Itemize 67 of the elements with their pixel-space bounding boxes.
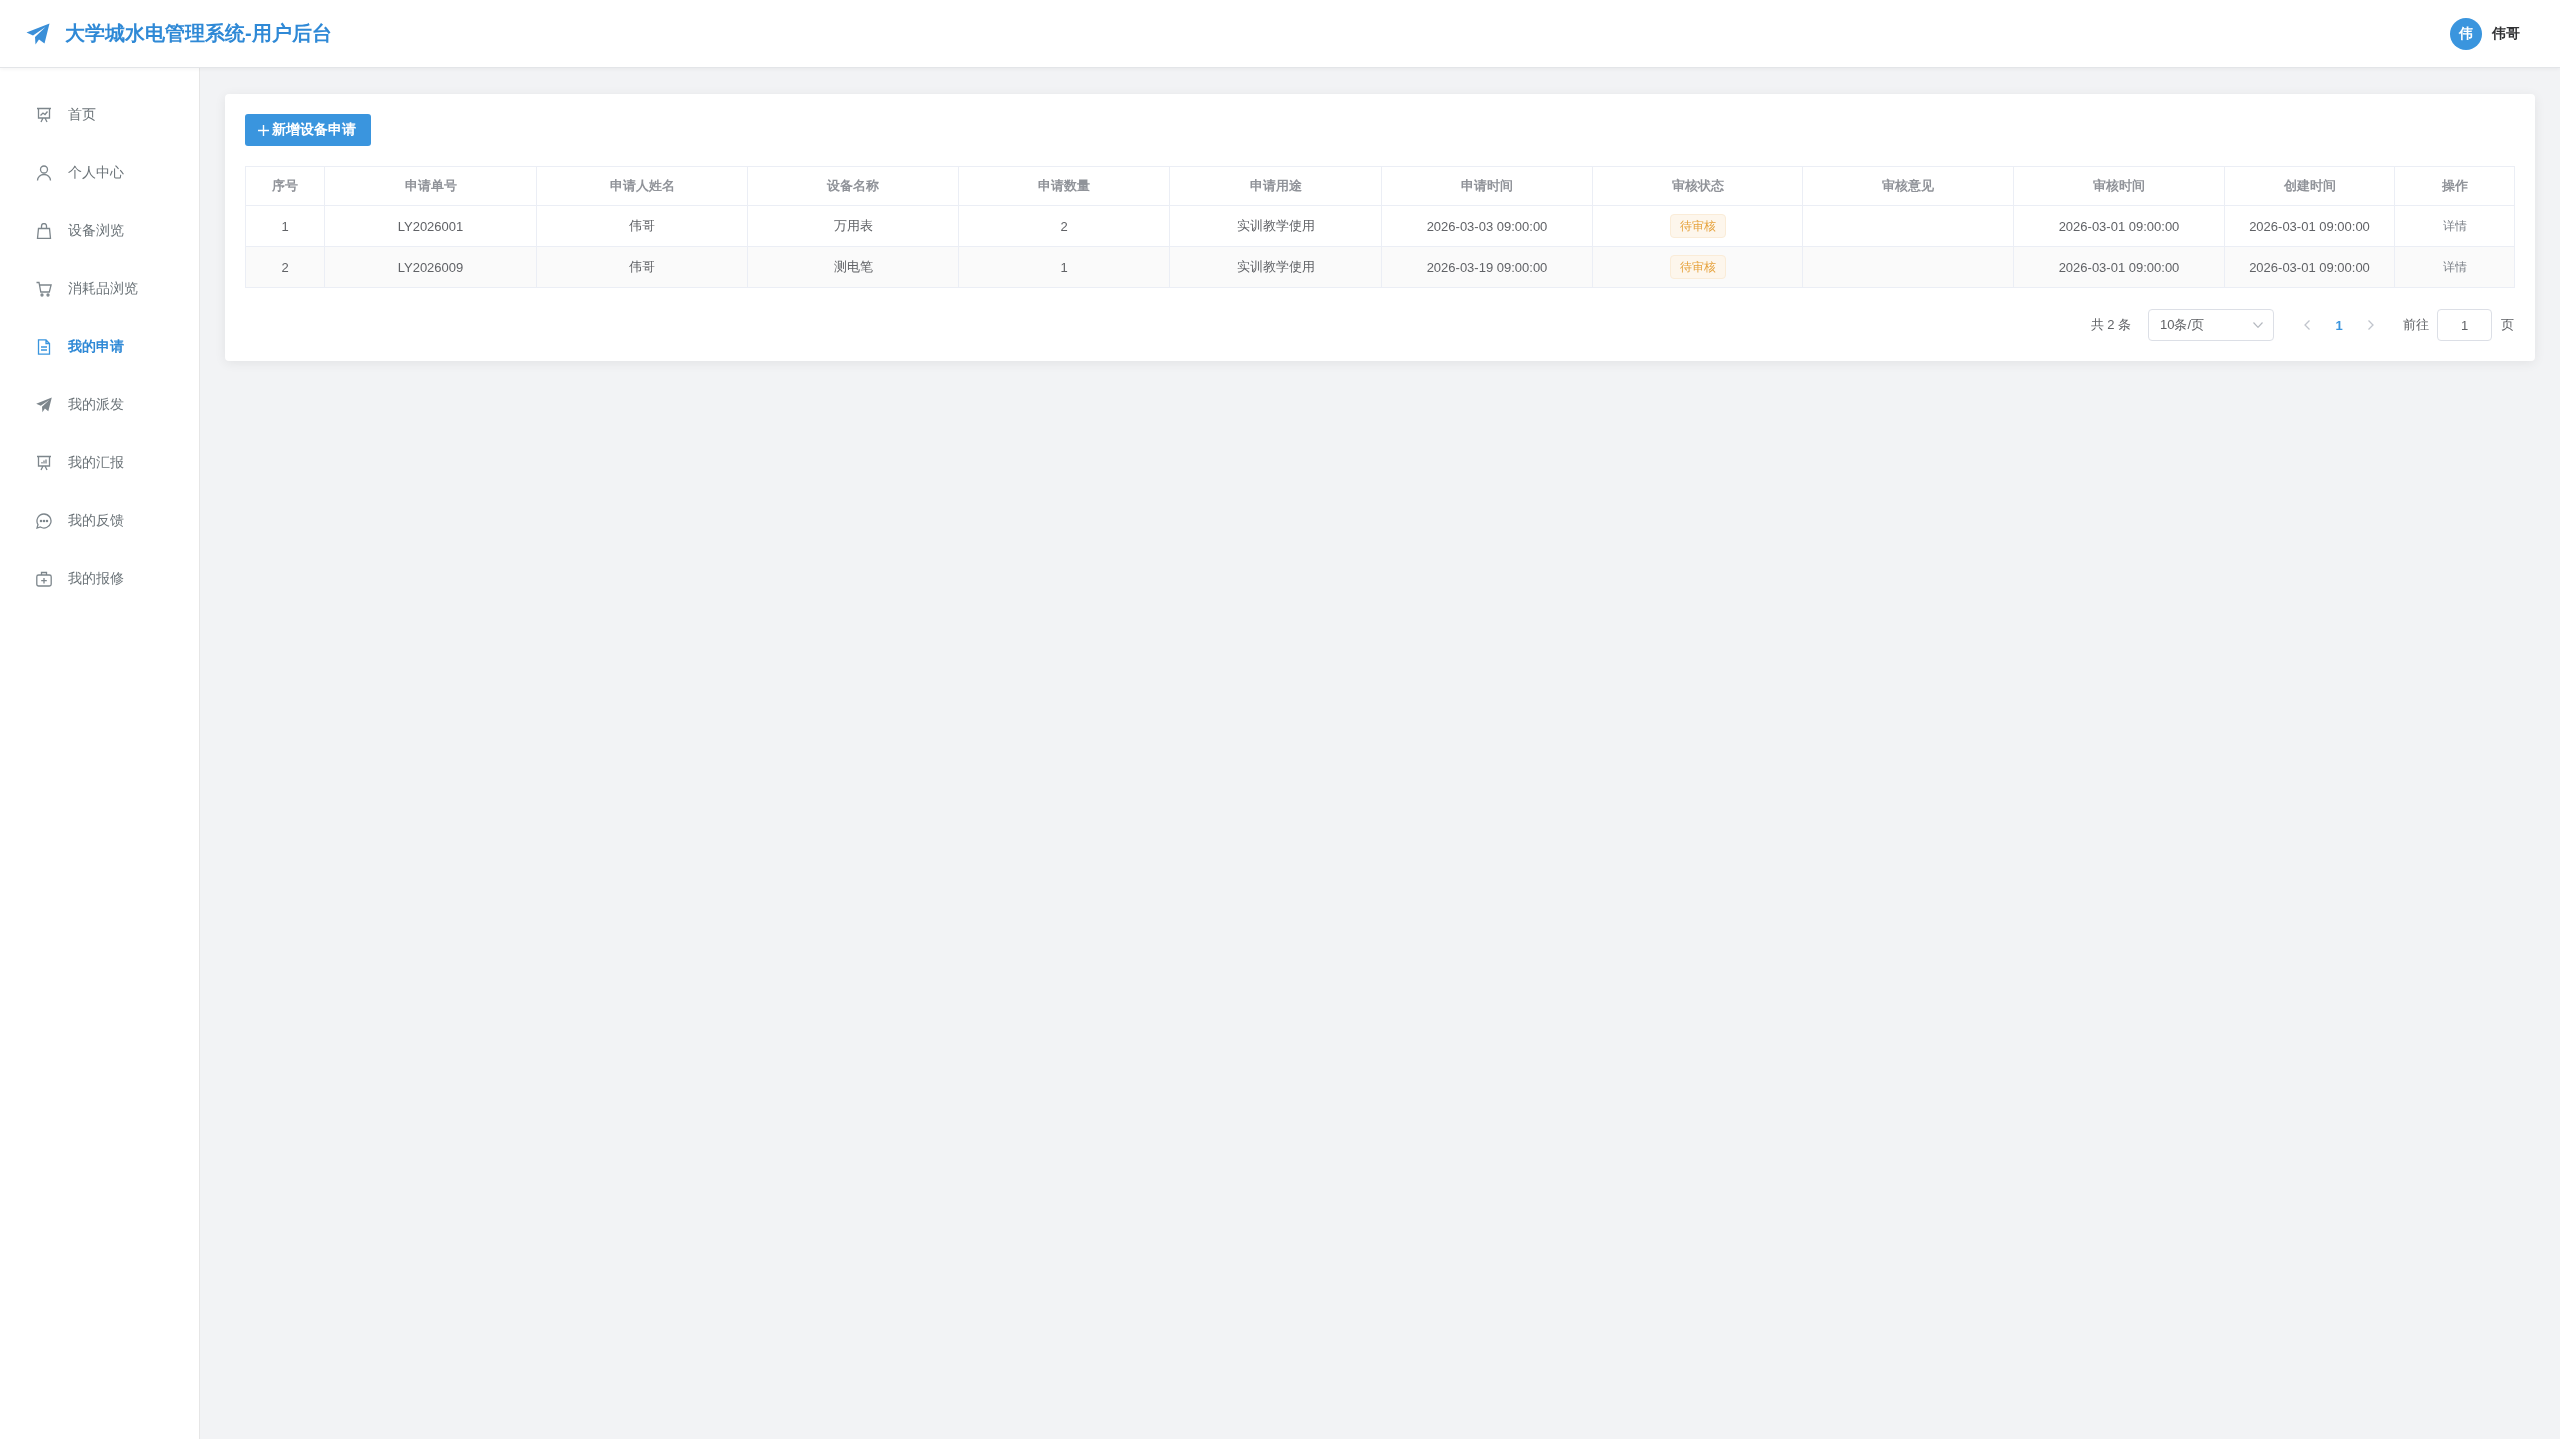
total-count: 共 2 条 — [2090, 316, 2131, 334]
table-cell: 测电笔 — [747, 246, 959, 288]
user-icon — [36, 165, 52, 181]
sidebar-item[interactable]: 我的派发 — [0, 376, 199, 434]
table-cell: 2026-03-19 09:00:00 — [1381, 246, 1593, 288]
sidebar-item[interactable]: 我的汇报 — [0, 434, 199, 492]
column-header: 审核时间 — [2013, 166, 2225, 206]
sidebar-item[interactable]: 个人中心 — [0, 144, 199, 202]
column-header: 审核意见 — [1802, 166, 2014, 206]
chevron-down-icon — [2253, 322, 2263, 328]
sidebar-item[interactable]: 首页 — [0, 86, 199, 144]
column-header: 申请人姓名 — [536, 166, 748, 206]
document-icon — [36, 339, 52, 355]
sidebar-item[interactable]: 我的申请 — [0, 318, 199, 376]
table-cell: 伟哥 — [536, 246, 748, 288]
column-header: 创建时间 — [2224, 166, 2395, 206]
page-size-select[interactable]: 10条/页 — [2148, 309, 2274, 341]
bar-chart-board-icon — [36, 455, 52, 471]
page-input[interactable]: 1 — [2437, 309, 2492, 341]
status-tag: 待审核 — [1669, 255, 1726, 279]
column-header: 申请时间 — [1381, 166, 1593, 206]
table-cell: 实训教学使用 — [1169, 246, 1382, 288]
table-cell: 伟哥 — [536, 205, 748, 247]
user-avatar[interactable]: 伟 — [2450, 17, 2482, 50]
sidebar-item[interactable]: 我的报修 — [0, 550, 199, 608]
column-header: 申请数量 — [958, 166, 1170, 206]
paper-plane-icon — [36, 397, 52, 413]
sidebar-item[interactable]: 我的反馈 — [0, 492, 199, 550]
sidebar-item[interactable]: 设备浏览 — [0, 202, 199, 260]
table-cell: 2 — [958, 205, 1170, 247]
status-tag: 待审核 — [1669, 214, 1726, 238]
app-title: 大学城水电管理系统-用户后台 — [65, 21, 332, 46]
table-cell: LY2026001 — [324, 205, 537, 247]
chat-bubble-icon — [36, 513, 52, 529]
chevron-right-icon — [2368, 320, 2374, 330]
table-cell: 万用表 — [747, 205, 959, 247]
shopping-bag-icon — [36, 223, 52, 239]
medical-kit-icon — [36, 571, 52, 587]
column-header: 操作 — [2394, 166, 2515, 206]
chevron-left-icon — [2304, 320, 2310, 330]
add-application-button[interactable]: 新增设备申请 — [245, 114, 371, 146]
chart-board-icon — [36, 107, 52, 123]
column-header: 审核状态 — [1592, 166, 1803, 206]
plus-icon — [258, 124, 269, 136]
goto-label: 前往 — [2403, 316, 2429, 334]
page-number[interactable]: 1 — [2322, 309, 2356, 341]
column-header: 设备名称 — [747, 166, 959, 206]
table-cell: 实训教学使用 — [1169, 205, 1382, 247]
table-cell: 1 — [245, 205, 325, 247]
table-cell: 2026-03-01 09:00:00 — [2224, 246, 2395, 288]
table-cell: 2026-03-03 09:00:00 — [1381, 205, 1593, 247]
column-header: 申请用途 — [1169, 166, 1382, 206]
column-header: 申请单号 — [324, 166, 537, 206]
table-cell: LY2026009 — [324, 246, 537, 288]
table-cell: 1 — [958, 246, 1170, 288]
table-cell: 2026-03-01 09:00:00 — [2224, 205, 2395, 247]
table-cell: 2026-03-01 09:00:00 — [2013, 205, 2225, 247]
page-suffix-label: 页 — [2501, 316, 2514, 334]
cart-icon — [36, 281, 52, 297]
details-link[interactable]: 详情 — [2442, 259, 2467, 274]
column-header: 序号 — [245, 166, 325, 206]
table-cell: 2026-03-01 09:00:00 — [2013, 246, 2225, 288]
user-name[interactable]: 伟哥 — [2492, 24, 2520, 43]
sidebar-item[interactable]: 消耗品浏览 — [0, 260, 199, 318]
details-link[interactable]: 详情 — [2442, 218, 2467, 233]
paper-plane-icon — [26, 22, 50, 45]
table-cell: 2 — [245, 246, 325, 288]
